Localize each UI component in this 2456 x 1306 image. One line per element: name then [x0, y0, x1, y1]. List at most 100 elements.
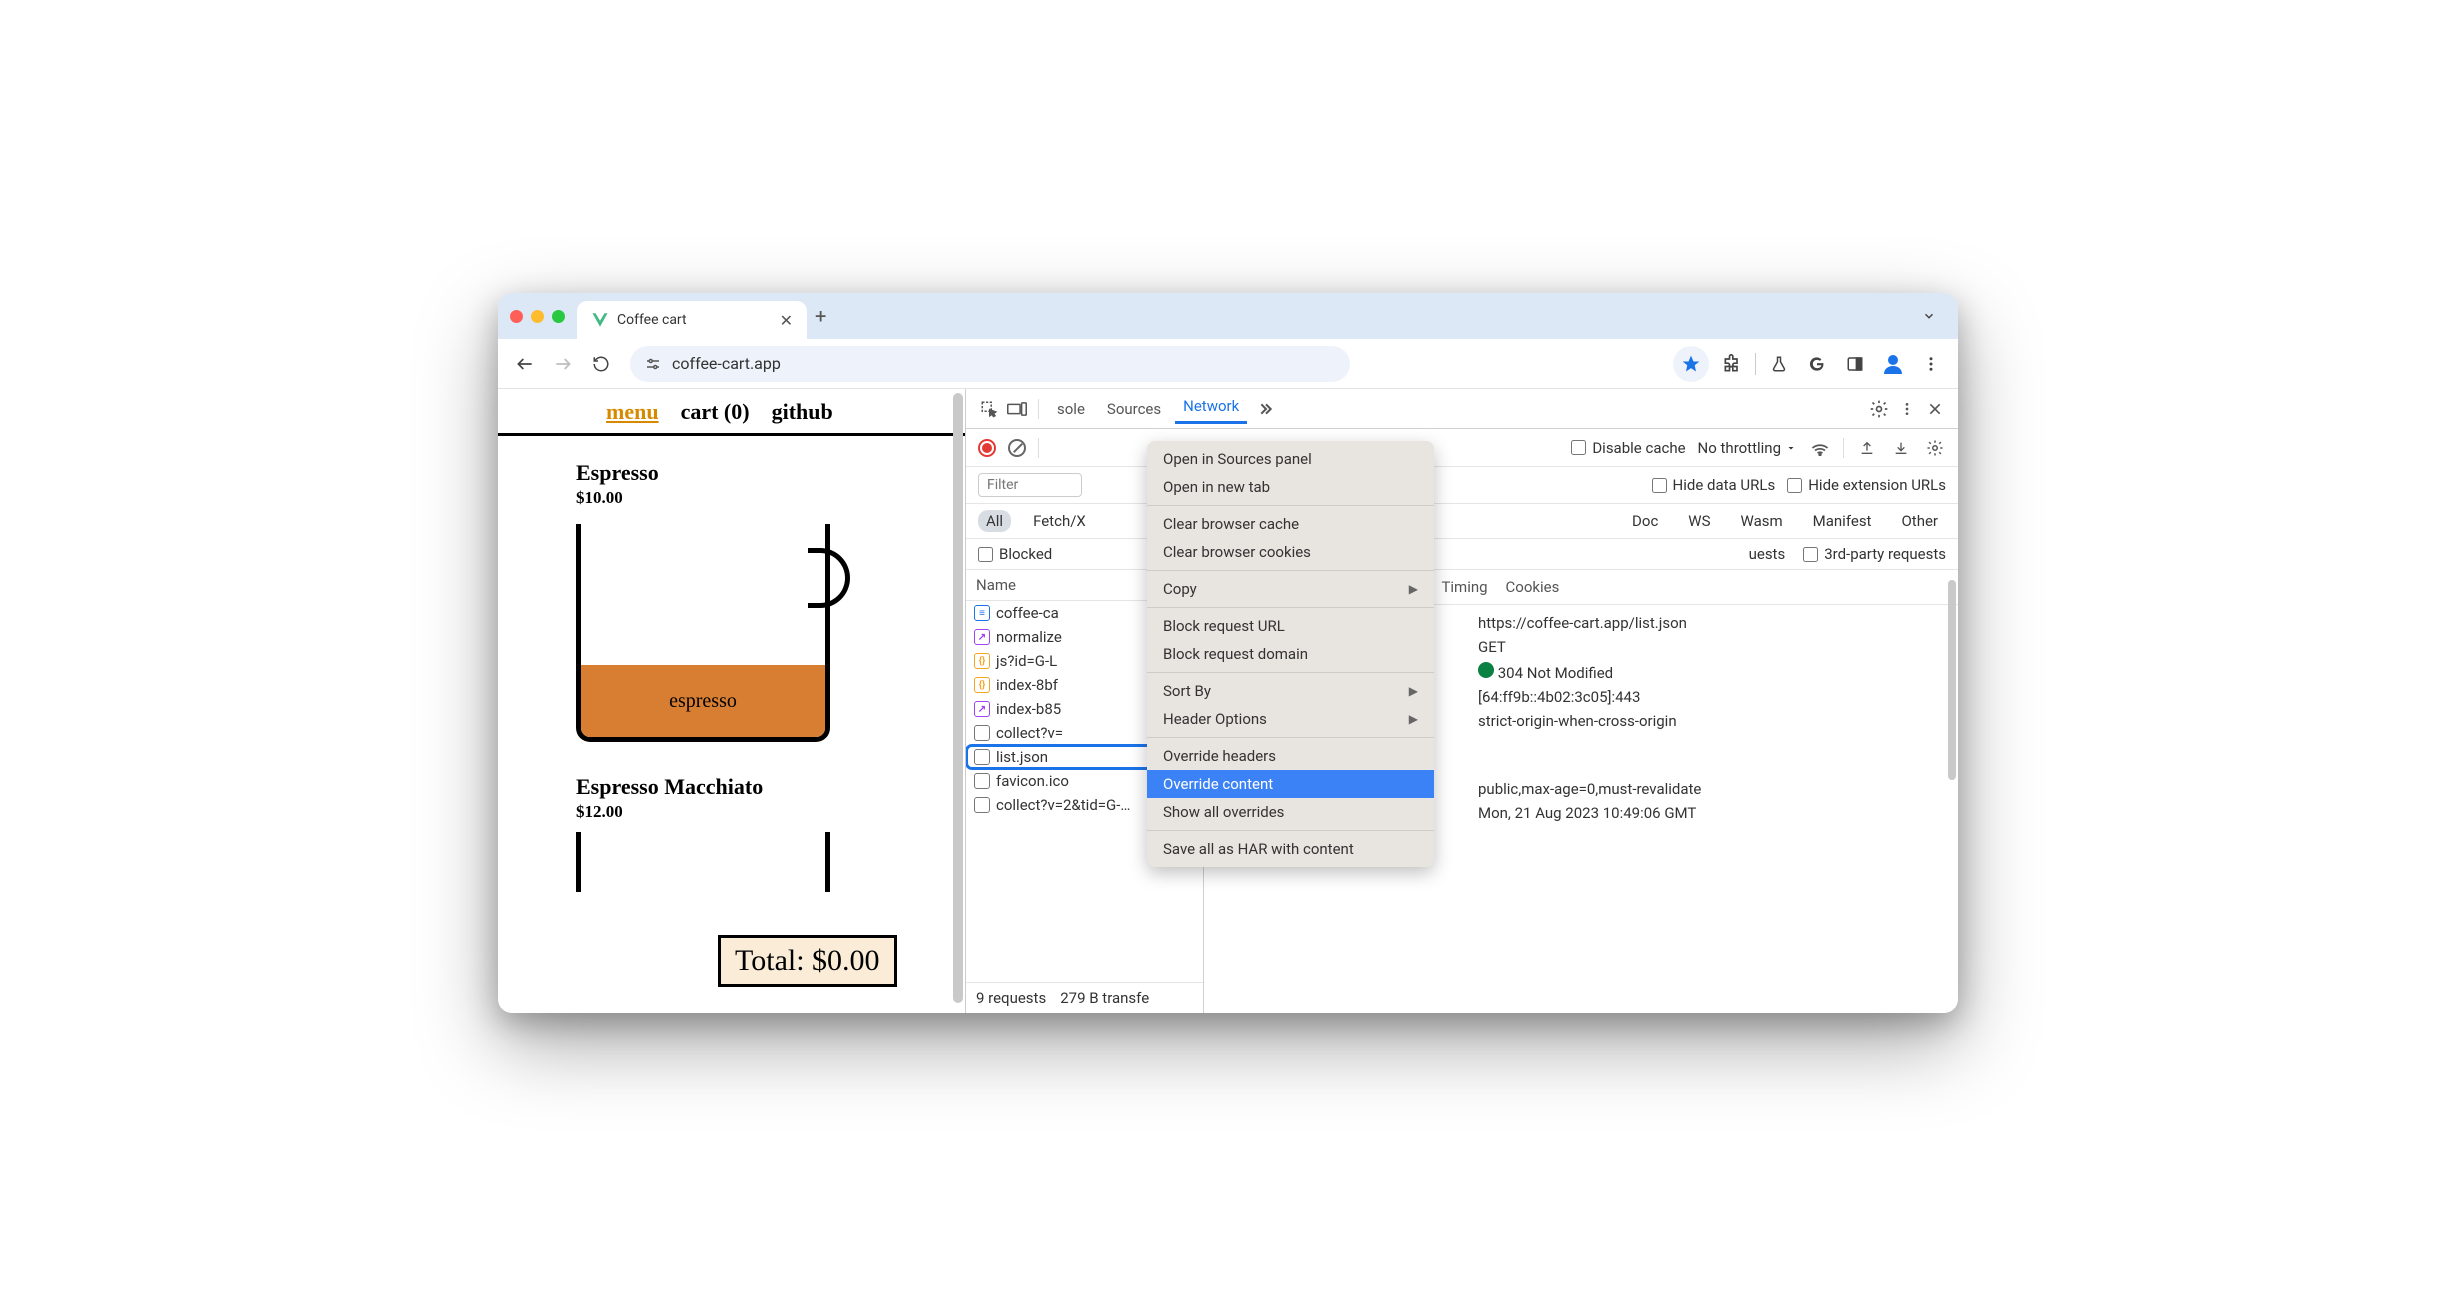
ctx-show-overrides[interactable]: Show all overrides — [1147, 798, 1434, 826]
new-tab-button[interactable]: + — [815, 304, 826, 328]
close-tab-icon[interactable]: ✕ — [780, 311, 793, 330]
type-wasm[interactable]: Wasm — [1733, 510, 1791, 532]
settings-gear-icon[interactable] — [1868, 398, 1890, 420]
network-filter-bar: Hide data URLs Hide extension URLs — [966, 467, 1958, 504]
ctx-sort-submenu[interactable]: Sort By▶ — [1147, 677, 1434, 705]
upload-har-icon[interactable] — [1856, 437, 1878, 459]
type-fetch[interactable]: Fetch/X — [1025, 510, 1094, 532]
detail-tab-cookies[interactable]: Cookies — [1506, 578, 1560, 596]
nav-cart-link[interactable]: cart (0) — [681, 399, 750, 425]
close-devtools-icon[interactable] — [1924, 398, 1946, 420]
mug-icon[interactable]: espresso — [576, 524, 846, 756]
chevron-right-icon: ▶ — [1409, 684, 1418, 698]
hide-extension-urls-checkbox[interactable]: Hide extension URLs — [1787, 476, 1946, 494]
reload-button[interactable] — [586, 349, 616, 379]
referrer-policy: strict-origin-when-cross-origin — [1478, 712, 1677, 730]
header-value: Mon, 21 Aug 2023 10:49:06 GMT — [1478, 804, 1696, 822]
maximize-window-button[interactable] — [552, 310, 565, 323]
cart-total-badge[interactable]: Total: $0.00 — [718, 935, 897, 987]
type-manifest[interactable]: Manifest — [1805, 510, 1880, 532]
hide-data-urls-checkbox[interactable]: Hide data URLs — [1652, 476, 1776, 494]
request-type-filter: All Fetch/X Doc WS Wasm Manifest Other — [966, 504, 1958, 539]
tab-list-button[interactable] — [1916, 303, 1942, 329]
browser-toolbar: coffee-cart.app — [498, 339, 1958, 389]
forward-button[interactable] — [548, 349, 578, 379]
profile-button[interactable] — [1878, 349, 1908, 379]
chevron-right-icon: ▶ — [1409, 582, 1418, 596]
google-button[interactable] — [1802, 349, 1832, 379]
mug-label: espresso — [581, 665, 825, 737]
remote-address: [64:ff9b::4b02:3c05]:443 — [1478, 688, 1640, 706]
product-espresso: Espresso $10.00 espresso — [498, 436, 965, 756]
page-scrollbar[interactable] — [953, 393, 963, 1003]
detail-tab-timing[interactable]: Timing — [1441, 578, 1487, 596]
network-status-bar: 9 requests 279 B transfe — [966, 982, 1203, 1013]
type-all[interactable]: All — [978, 510, 1011, 532]
type-ws[interactable]: WS — [1680, 510, 1718, 532]
header-value: public,max-age=0,must-revalidate — [1478, 780, 1701, 798]
tab-console[interactable]: sole — [1049, 396, 1093, 422]
back-button[interactable] — [510, 349, 540, 379]
more-tabs-icon[interactable] — [1253, 398, 1275, 420]
network-settings-gear-icon[interactable] — [1924, 437, 1946, 459]
status-code: 304 Not Modified — [1478, 662, 1613, 682]
third-party-checkbox[interactable]: 3rd-party requests — [1803, 545, 1946, 563]
product-price: $12.00 — [576, 802, 965, 822]
network-controls-bar: Disable cache No throttling — [966, 429, 1958, 467]
inspect-element-icon[interactable] — [978, 398, 1000, 420]
disable-cache-checkbox[interactable]: Disable cache — [1571, 439, 1685, 457]
product-name: Espresso Macchiato — [576, 774, 965, 800]
request-url: https://coffee-cart.app/list.json — [1478, 614, 1687, 632]
ctx-header-options-submenu[interactable]: Header Options▶ — [1147, 705, 1434, 733]
context-menu: Open in Sources panel Open in new tab Cl… — [1147, 441, 1434, 867]
record-button[interactable] — [978, 439, 996, 457]
bookmark-button[interactable] — [1673, 346, 1709, 382]
throttling-select[interactable]: No throttling — [1698, 439, 1797, 457]
request-block-bar: Blocked uests 3rd-party requests — [966, 539, 1958, 570]
request-count: 9 requests — [976, 989, 1046, 1007]
ctx-block-domain[interactable]: Block request domain — [1147, 640, 1434, 668]
type-other[interactable]: Other — [1893, 510, 1946, 532]
ctx-clear-cache[interactable]: Clear browser cache — [1147, 510, 1434, 538]
download-har-icon[interactable] — [1890, 437, 1912, 459]
minimize-window-button[interactable] — [531, 310, 544, 323]
ctx-block-url[interactable]: Block request URL — [1147, 612, 1434, 640]
product-macchiato: Espresso Macchiato $12.00 — [498, 756, 965, 892]
side-panel-button[interactable] — [1840, 349, 1870, 379]
browser-tab[interactable]: Coffee cart ✕ — [577, 301, 807, 339]
network-conditions-icon[interactable] — [1809, 437, 1831, 459]
window-titlebar: Coffee cart ✕ + — [498, 293, 1958, 339]
ctx-clear-cookies[interactable]: Clear browser cookies — [1147, 538, 1434, 566]
detail-scrollbar[interactable] — [1948, 580, 1956, 780]
web-page: menu cart (0) github Espresso $10.00 esp… — [498, 389, 966, 1013]
site-settings-icon[interactable] — [644, 355, 662, 373]
ctx-override-headers[interactable]: Override headers — [1147, 742, 1434, 770]
ctx-copy-submenu[interactable]: Copy▶ — [1147, 575, 1434, 603]
nav-github-link[interactable]: github — [772, 399, 833, 425]
type-doc[interactable]: Doc — [1624, 510, 1666, 532]
status-dot-icon — [1478, 662, 1494, 678]
browser-menu-button[interactable] — [1916, 349, 1946, 379]
nav-menu-link[interactable]: menu — [606, 399, 659, 425]
request-method: GET — [1478, 638, 1506, 656]
device-toggle-icon[interactable] — [1006, 398, 1028, 420]
ctx-open-sources[interactable]: Open in Sources panel — [1147, 445, 1434, 473]
labs-button[interactable] — [1764, 349, 1794, 379]
address-bar[interactable]: coffee-cart.app — [630, 346, 1350, 382]
tab-title: Coffee cart — [617, 312, 772, 328]
filter-input[interactable] — [978, 473, 1082, 497]
requests-label-partial: uests — [1749, 545, 1786, 563]
tab-network[interactable]: Network — [1175, 393, 1247, 424]
devtools-menu-icon[interactable] — [1896, 398, 1918, 420]
chevron-right-icon: ▶ — [1409, 712, 1418, 726]
ctx-override-content[interactable]: Override content — [1147, 770, 1434, 798]
ctx-open-new-tab[interactable]: Open in new tab — [1147, 473, 1434, 501]
clear-button[interactable] — [1008, 439, 1026, 457]
ctx-save-har[interactable]: Save all as HAR with content — [1147, 835, 1434, 863]
extensions-button[interactable] — [1717, 349, 1747, 379]
traffic-lights — [510, 310, 565, 323]
tab-sources[interactable]: Sources — [1099, 396, 1169, 422]
close-window-button[interactable] — [510, 310, 523, 323]
blocked-checkbox[interactable]: Blocked — [978, 545, 1052, 563]
product-name: Espresso — [576, 460, 965, 486]
